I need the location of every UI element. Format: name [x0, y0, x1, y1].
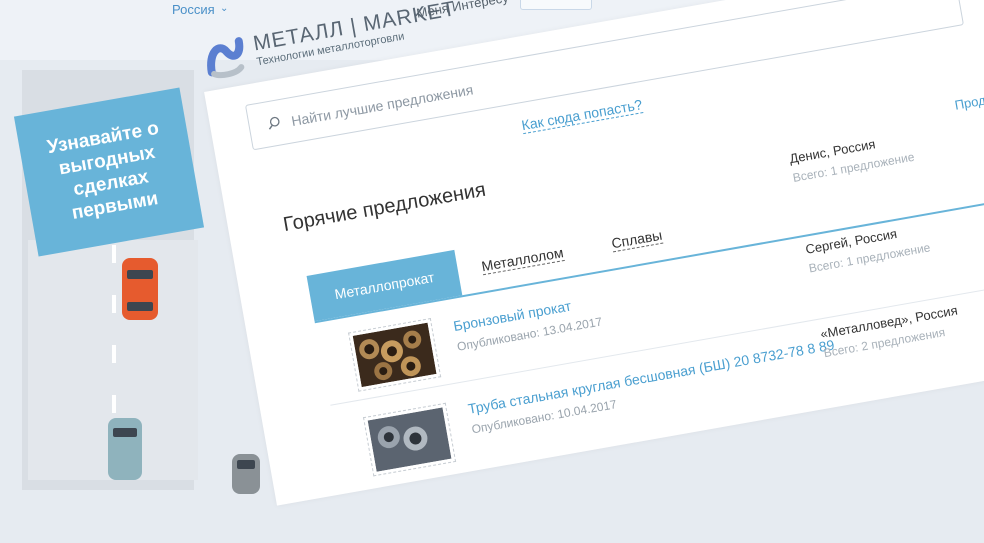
metal-market-logo-icon — [207, 37, 245, 79]
region-selector[interactable]: Россия — [172, 2, 215, 17]
steel-pipes-image — [367, 407, 452, 472]
chevron-down-icon[interactable]: ⌄ — [220, 3, 228, 14]
offer-thumbnail[interactable] — [348, 318, 442, 392]
search-icon — [268, 116, 280, 130]
bronze-pipes-image — [352, 322, 437, 388]
offer-thumbnail[interactable] — [362, 402, 457, 477]
nav-link-interests[interactable]: Меня Интересу — [415, 0, 509, 21]
page-view: МЕТАЛЛ | MARKET Технологии металлоторгов… — [0, 0, 984, 529]
